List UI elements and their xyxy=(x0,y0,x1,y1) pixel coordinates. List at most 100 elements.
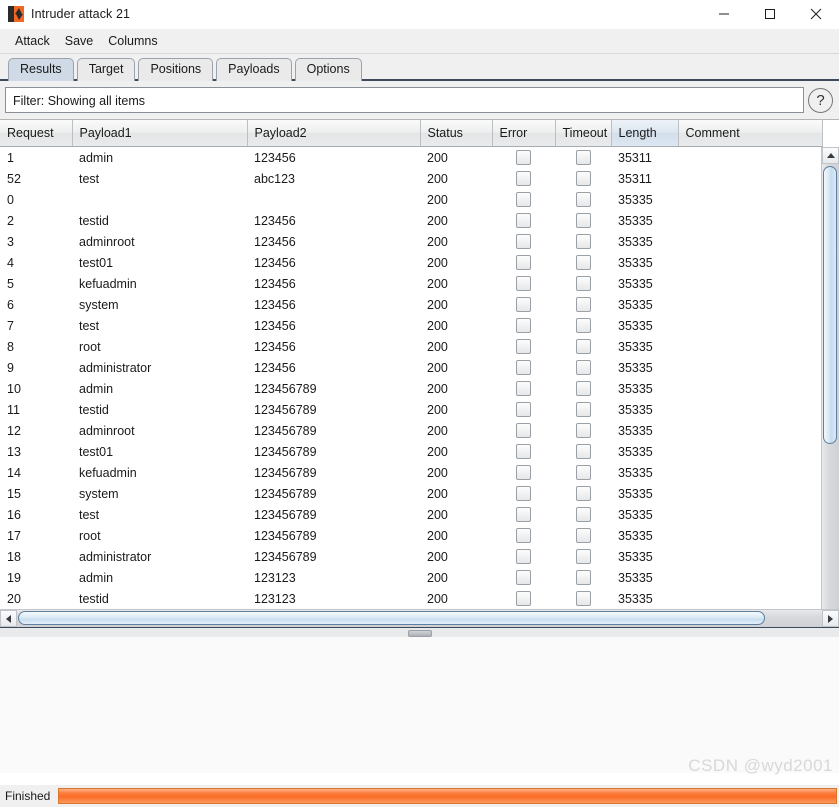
timeout-checkbox-icon[interactable] xyxy=(575,213,591,229)
cell-error[interactable] xyxy=(492,273,555,294)
table-row[interactable]: 4 test01 123456 200 35335 xyxy=(0,252,822,273)
cell-timeout[interactable] xyxy=(555,420,611,441)
cell-error[interactable] xyxy=(492,231,555,252)
error-checkbox-icon[interactable] xyxy=(516,150,531,166)
cell-timeout[interactable] xyxy=(555,546,611,567)
cell-error[interactable] xyxy=(492,189,555,210)
error-checkbox-icon[interactable] xyxy=(516,591,531,607)
cell-timeout[interactable] xyxy=(555,525,611,546)
cell-error[interactable] xyxy=(492,567,555,588)
cell-timeout[interactable] xyxy=(555,147,611,169)
cell-error[interactable] xyxy=(492,315,555,336)
error-checkbox-icon[interactable] xyxy=(516,381,531,397)
table-row[interactable]: 1 admin 123456 200 35311 xyxy=(0,146,822,169)
cell-timeout[interactable] xyxy=(555,378,611,399)
cell-error[interactable] xyxy=(492,441,555,462)
column-header-status[interactable]: Status xyxy=(420,120,493,147)
timeout-checkbox-icon[interactable] xyxy=(575,591,591,607)
column-header-length[interactable]: Length xyxy=(611,120,679,147)
vertical-scroll-thumb[interactable] xyxy=(823,166,837,444)
cell-timeout[interactable] xyxy=(555,567,611,588)
column-header-payload2[interactable]: Payload2 xyxy=(247,120,421,147)
timeout-checkbox-icon[interactable] xyxy=(575,360,591,376)
horizontal-scrollbar[interactable] xyxy=(0,609,839,627)
table-row[interactable]: 18 administrator 123456789 200 35335 xyxy=(0,546,822,567)
error-checkbox-icon[interactable] xyxy=(516,549,531,565)
cell-error[interactable] xyxy=(492,168,555,189)
divider-grip-icon[interactable] xyxy=(407,630,432,637)
table-row[interactable]: 13 test01 123456789 200 35335 xyxy=(0,441,822,462)
cell-error[interactable] xyxy=(492,294,555,315)
error-checkbox-icon[interactable] xyxy=(516,528,531,544)
close-button[interactable] xyxy=(793,0,839,28)
table-row[interactable]: 10 admin 123456789 200 35335 xyxy=(0,378,822,399)
timeout-checkbox-icon[interactable] xyxy=(575,171,591,187)
cell-timeout[interactable] xyxy=(555,252,611,273)
tab-positions[interactable]: Positions xyxy=(138,58,214,81)
timeout-checkbox-icon[interactable] xyxy=(575,465,591,481)
cell-error[interactable] xyxy=(492,483,555,504)
scroll-up-button[interactable] xyxy=(822,147,839,164)
table-row[interactable]: 5 kefuadmin 123456 200 35335 xyxy=(0,273,822,294)
timeout-checkbox-icon[interactable] xyxy=(575,339,591,355)
timeout-checkbox-icon[interactable] xyxy=(575,528,591,544)
cell-timeout[interactable] xyxy=(555,315,611,336)
tab-results[interactable]: Results xyxy=(8,58,74,81)
error-checkbox-icon[interactable] xyxy=(516,423,531,439)
cell-error[interactable] xyxy=(492,420,555,441)
table-row[interactable]: 7 test 123456 200 35335 xyxy=(0,315,822,336)
cell-error[interactable] xyxy=(492,462,555,483)
table-row[interactable]: 12 adminroot 123456789 200 35335 xyxy=(0,420,822,441)
help-icon[interactable]: ? xyxy=(808,87,833,113)
column-header-payload1[interactable]: Payload1 xyxy=(72,120,248,147)
cell-timeout[interactable] xyxy=(555,462,611,483)
cell-timeout[interactable] xyxy=(555,336,611,357)
table-row[interactable]: 52 test abc123 200 35311 xyxy=(0,168,822,189)
column-header-request[interactable]: Request xyxy=(0,120,73,147)
error-checkbox-icon[interactable] xyxy=(516,297,531,313)
error-checkbox-icon[interactable] xyxy=(516,570,531,586)
cell-timeout[interactable] xyxy=(555,588,611,609)
timeout-checkbox-icon[interactable] xyxy=(575,549,591,565)
column-header-timeout[interactable]: Timeout xyxy=(555,120,612,147)
cell-error[interactable] xyxy=(492,378,555,399)
timeout-checkbox-icon[interactable] xyxy=(575,381,591,397)
menu-item-columns[interactable]: Columns xyxy=(101,32,164,50)
column-header-comment[interactable]: Comment xyxy=(678,120,823,147)
error-checkbox-icon[interactable] xyxy=(516,486,531,502)
error-checkbox-icon[interactable] xyxy=(516,402,531,418)
table-row[interactable]: 14 kefuadmin 123456789 200 35335 xyxy=(0,462,822,483)
error-checkbox-icon[interactable] xyxy=(516,465,531,481)
menu-item-save[interactable]: Save xyxy=(58,32,101,50)
timeout-checkbox-icon[interactable] xyxy=(575,402,591,418)
cell-error[interactable] xyxy=(492,504,555,525)
error-checkbox-icon[interactable] xyxy=(516,507,531,523)
timeout-checkbox-icon[interactable] xyxy=(575,423,591,439)
tab-payloads[interactable]: Payloads xyxy=(216,58,292,81)
vertical-scroll-track[interactable] xyxy=(822,164,839,610)
timeout-checkbox-icon[interactable] xyxy=(575,150,591,166)
timeout-checkbox-icon[interactable] xyxy=(575,444,591,460)
table-row[interactable]: 11 testid 123456789 200 35335 xyxy=(0,399,822,420)
vertical-scrollbar[interactable] xyxy=(821,147,839,627)
table-row[interactable]: 8 root 123456 200 35335 xyxy=(0,336,822,357)
cell-timeout[interactable] xyxy=(555,483,611,504)
cell-timeout[interactable] xyxy=(555,273,611,294)
error-checkbox-icon[interactable] xyxy=(516,276,531,292)
error-checkbox-icon[interactable] xyxy=(516,318,531,334)
table-row[interactable]: 17 root 123456789 200 35335 xyxy=(0,525,822,546)
split-pane-divider[interactable] xyxy=(0,627,839,637)
table-row[interactable]: 19 admin 123123 200 35335 xyxy=(0,567,822,588)
table-row[interactable]: 16 test 123456789 200 35335 xyxy=(0,504,822,525)
filter-bar[interactable]: Filter: Showing all items xyxy=(5,87,804,113)
timeout-checkbox-icon[interactable] xyxy=(575,507,591,523)
table-row[interactable]: 9 administrator 123456 200 35335 xyxy=(0,357,822,378)
timeout-checkbox-icon[interactable] xyxy=(575,276,591,292)
scroll-left-button[interactable] xyxy=(0,610,17,627)
error-checkbox-icon[interactable] xyxy=(516,360,531,376)
error-checkbox-icon[interactable] xyxy=(516,234,531,250)
tab-options[interactable]: Options xyxy=(294,58,362,81)
column-header-error[interactable]: Error xyxy=(492,120,556,147)
timeout-checkbox-icon[interactable] xyxy=(575,570,591,586)
timeout-checkbox-icon[interactable] xyxy=(575,255,591,271)
